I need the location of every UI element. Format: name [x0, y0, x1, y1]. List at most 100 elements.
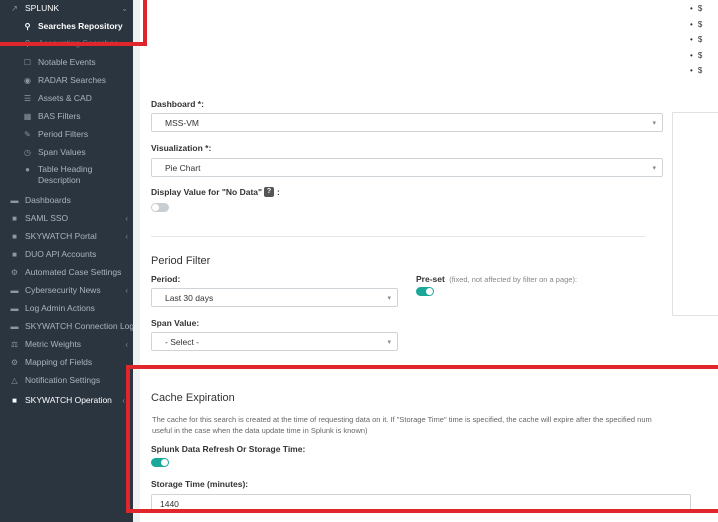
sidebar-item-label: Notification Settings: [25, 375, 101, 385]
preset-label-text: Pre-set: [416, 274, 445, 284]
sidebar-item-label: DUO API Accounts: [25, 249, 97, 259]
sidebar-item-mapping-of-fields[interactable]: ⚙ Mapping of Fields: [0, 355, 133, 369]
sidebar-item-label: Log Admin Actions: [25, 303, 95, 313]
bell-icon: △: [11, 375, 18, 385]
period-label: Period:: [151, 274, 181, 284]
caret-down-icon: ▾: [652, 165, 656, 172]
preset-toggle[interactable]: [416, 287, 434, 296]
chevron-left-icon: ‹: [125, 285, 128, 295]
dashboard-icon: ▬: [10, 195, 19, 205]
sidebar-item-label: Span Values: [38, 147, 86, 157]
sidebar-item-label: BAS Filters: [38, 111, 81, 121]
chevron-left-icon: ‹: [122, 395, 125, 405]
sidebar-item-automated-case-settings[interactable]: ⚙ Automated Case Settings: [0, 265, 133, 279]
caret-down-icon: ▾: [652, 120, 656, 127]
square-icon: ☐: [23, 57, 32, 67]
radar-icon: ◉: [24, 75, 31, 85]
sidebar-item-radar-searches[interactable]: ◉ RADAR Searches: [0, 73, 133, 87]
sidebar-item-notification-settings[interactable]: △ Notification Settings: [0, 373, 133, 387]
sidebar-item-label: Automated Case Settings: [25, 267, 122, 277]
list-item: $: [690, 66, 718, 82]
sidebar-item-bas-filters[interactable]: ▦ BAS Filters: [0, 109, 133, 123]
cogs-icon: ⚙: [10, 357, 19, 367]
list-item: $: [690, 35, 718, 51]
no-data-label: Display Value for "No Data" ? :: [151, 187, 280, 197]
sidebar-item-cybersecurity-news[interactable]: ▬ Cybersecurity News ‹: [0, 283, 133, 297]
caret-down-icon: ▾: [387, 295, 391, 302]
sidebar-item-duo-api-accounts[interactable]: ■ DUO API Accounts: [0, 247, 133, 261]
visualization-label: Visualization *:: [151, 143, 212, 153]
period-select[interactable]: Last 30 days ▾: [151, 288, 398, 307]
preset-label: Pre-set (fixed, not affected by filter o…: [416, 274, 577, 284]
clock-icon: ◷: [24, 147, 31, 157]
preset-note: (fixed, not affected by filter on a page…: [449, 275, 578, 284]
dashboard-select-value: MSS-VM: [165, 117, 199, 128]
no-data-label-suffix: :: [277, 187, 280, 197]
edit-icon: ✎: [24, 129, 31, 139]
sidebar-item-label: Metric Weights: [25, 339, 82, 349]
period-select-value: Last 30 days: [165, 292, 214, 303]
list-icon: ▬: [10, 303, 19, 313]
balance-icon: ⚖: [10, 339, 19, 349]
span-value-label: Span Value:: [151, 318, 200, 328]
list-item: $: [690, 20, 718, 36]
sidebar-item-label: SAML SSO: [25, 213, 69, 223]
preview-panel: [672, 112, 718, 316]
sidebar-item-label: Cybersecurity News: [25, 285, 101, 295]
help-icon[interactable]: ?: [264, 187, 275, 197]
highlight-box-sidebar: [0, 0, 147, 46]
cogs-icon: ⚙: [10, 267, 19, 277]
list-item: $: [690, 4, 718, 20]
chevron-left-icon: ‹: [125, 231, 128, 241]
sidebar-item-notable-events[interactable]: ☐ Notable Events: [0, 55, 133, 69]
span-value-select-value: - Select -: [165, 336, 200, 347]
sidebar-item-label: RADAR Searches: [38, 75, 107, 85]
sidebar-item-label: Notable Events: [38, 57, 96, 67]
sidebar-item-label: SKYWATCH Portal: [25, 231, 97, 241]
sidebar-item-label: Dashboards: [25, 195, 71, 205]
no-data-toggle[interactable]: [151, 203, 169, 212]
sidebar-item-label: Mapping of Fields: [25, 357, 93, 367]
no-data-label-text: Display Value for "No Data": [151, 187, 263, 197]
divider: [151, 236, 646, 237]
chevron-left-icon: ‹: [125, 213, 128, 223]
sidebar-item-assets-cad[interactable]: ☰ Assets & CAD: [0, 91, 133, 105]
sidebar-item-skywatch-connection-log[interactable]: ▬ SKYWATCH Connection Log: [0, 319, 135, 333]
caret-down-icon: ▾: [387, 339, 391, 346]
sidebar-item-dashboards[interactable]: ▬ Dashboards: [0, 193, 133, 207]
sidebar-item-metric-weights[interactable]: ⚖ Metric Weights ‹: [0, 337, 133, 351]
chevron-left-icon: ‹: [125, 339, 128, 349]
sidebar-item-label: SKYWATCH Operation: [25, 395, 112, 405]
visualization-select-value: Pie Chart: [165, 162, 201, 173]
info-icon: ●: [25, 165, 30, 174]
lock-icon: ■: [12, 213, 17, 223]
calendar-icon: ▦: [23, 111, 32, 121]
toggle-knob: [152, 204, 159, 211]
newspaper-icon: ▬: [10, 285, 19, 295]
dashboard-label: Dashboard *:: [151, 99, 204, 109]
bullet-list: $ $ $ $ $: [690, 4, 718, 82]
lock-icon: ■: [12, 395, 17, 405]
sidebar-item-skywatch-portal[interactable]: ■ SKYWATCH Portal ‹: [0, 229, 133, 243]
sliders-icon: ☰: [23, 93, 32, 103]
sidebar: ↗ SPLUNK ⌄ ⚲ Searches Repository ⚲ Accou…: [0, 0, 135, 522]
list-item: $: [690, 51, 718, 67]
sidebar-item-period-filters[interactable]: ✎ Period Filters: [0, 127, 133, 141]
sidebar-item-log-admin-actions[interactable]: ▬ Log Admin Actions: [0, 301, 133, 315]
sidebar-item-skywatch-operation[interactable]: ■ SKYWATCH Operation ‹: [0, 393, 133, 407]
lock-icon: ■: [12, 231, 17, 241]
sidebar-item-table-heading-description[interactable]: ● Table Heading Description: [0, 164, 110, 188]
sidebar-item-label: Table Heading Description: [38, 164, 93, 185]
dashboard-select[interactable]: MSS-VM ▾: [151, 113, 663, 132]
toggle-knob: [426, 288, 433, 295]
visualization-select[interactable]: Pie Chart ▾: [151, 158, 663, 177]
sidebar-item-label: Period Filters: [38, 129, 89, 139]
sidebar-item-label: SKYWATCH Connection Log: [25, 321, 135, 331]
span-value-select[interactable]: - Select - ▾: [151, 332, 398, 351]
highlight-box-cache: [126, 365, 718, 513]
sidebar-item-saml-sso[interactable]: ■ SAML SSO ‹: [0, 211, 133, 225]
sidebar-item-span-values[interactable]: ◷ Span Values: [0, 145, 133, 159]
sidebar-item-label: Assets & CAD: [38, 93, 92, 103]
lock-icon: ■: [12, 249, 17, 259]
period-filter-title: Period Filter: [151, 255, 211, 267]
